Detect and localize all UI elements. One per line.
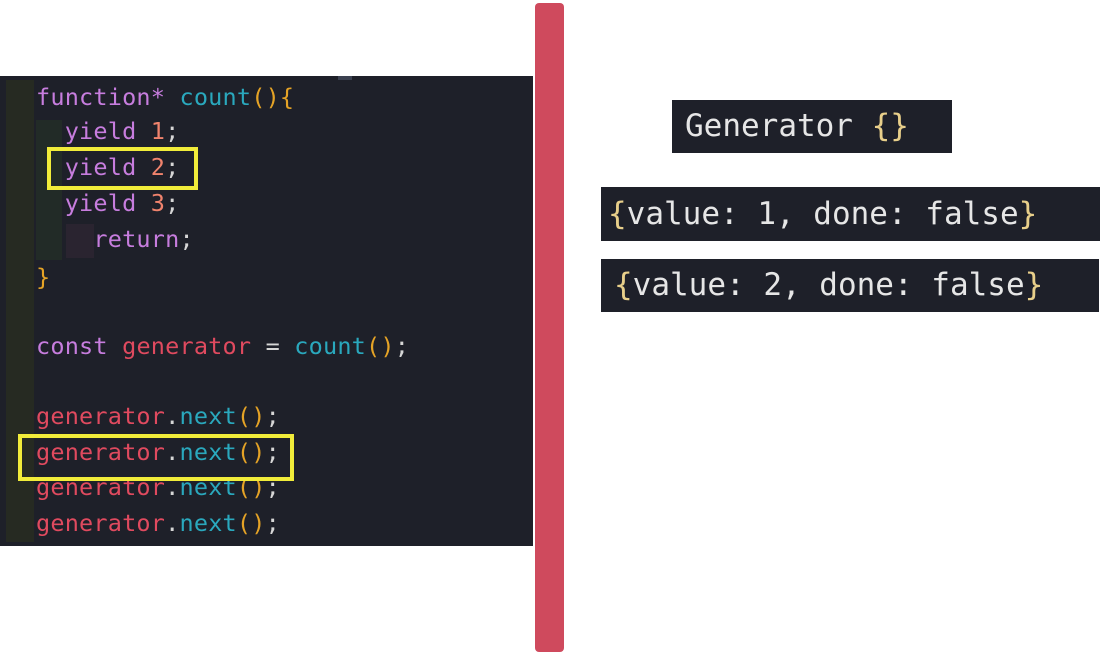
code-token: generator bbox=[36, 402, 166, 430]
code-line: yield 3; bbox=[36, 186, 180, 220]
code-token: () bbox=[236, 402, 266, 430]
code-token: ; bbox=[179, 225, 194, 253]
code-line: generator.next(); bbox=[36, 399, 280, 433]
output-text: value: 2, done: false bbox=[632, 267, 1025, 303]
output-text: Generator bbox=[685, 108, 872, 144]
code-token: generator bbox=[122, 332, 266, 360]
close-brace: } bbox=[1024, 267, 1044, 303]
close-brace: } bbox=[1018, 196, 1038, 232]
code-line: return; bbox=[36, 222, 194, 256]
divider-bar bbox=[535, 3, 564, 652]
code-token: ; bbox=[394, 332, 410, 360]
code-token: ; bbox=[165, 189, 180, 217]
output-text: value: 1, done: false bbox=[626, 196, 1019, 232]
console-output-first-next: {value: 1, done: false} bbox=[601, 187, 1100, 241]
code-token: 3 bbox=[150, 189, 166, 217]
code-line: } bbox=[36, 260, 50, 294]
code-token: count bbox=[294, 332, 367, 360]
open-brace: { bbox=[608, 196, 627, 232]
code-line: generator.next(); bbox=[36, 506, 280, 540]
code-token: () bbox=[236, 509, 266, 537]
code-token: (){ bbox=[251, 83, 295, 111]
code-token: . bbox=[165, 402, 180, 430]
code-token: yield bbox=[36, 117, 151, 145]
highlight-second-next-call bbox=[18, 434, 294, 481]
code-token: = bbox=[265, 332, 295, 360]
code-token: function* bbox=[36, 83, 180, 111]
code-token: count bbox=[179, 83, 252, 111]
code-token: () bbox=[366, 332, 395, 360]
code-token: ; bbox=[265, 402, 280, 430]
code-token: ; bbox=[265, 509, 280, 537]
scroll-marker bbox=[338, 76, 352, 80]
console-output-generator: Generator {} bbox=[672, 100, 952, 153]
code-token: 1 bbox=[150, 117, 166, 145]
code-token: ; bbox=[165, 117, 180, 145]
output-brace: {} bbox=[871, 108, 909, 144]
code-token: next bbox=[179, 402, 237, 430]
code-token: yield bbox=[36, 189, 151, 217]
code-token: next bbox=[179, 509, 237, 537]
code-token: const bbox=[36, 332, 123, 360]
console-output-second-next: {value: 2, done: false} bbox=[601, 259, 1099, 312]
highlight-yield-2 bbox=[47, 147, 198, 190]
code-line: function* count(){ bbox=[36, 80, 294, 114]
code-token: . bbox=[165, 509, 180, 537]
open-brace: { bbox=[614, 267, 633, 303]
code-token: generator bbox=[36, 509, 166, 537]
code-line: yield 1; bbox=[36, 114, 180, 148]
code-token: return bbox=[36, 225, 180, 253]
code-token: } bbox=[36, 263, 51, 291]
code-line: const generator = count(); bbox=[36, 329, 409, 363]
